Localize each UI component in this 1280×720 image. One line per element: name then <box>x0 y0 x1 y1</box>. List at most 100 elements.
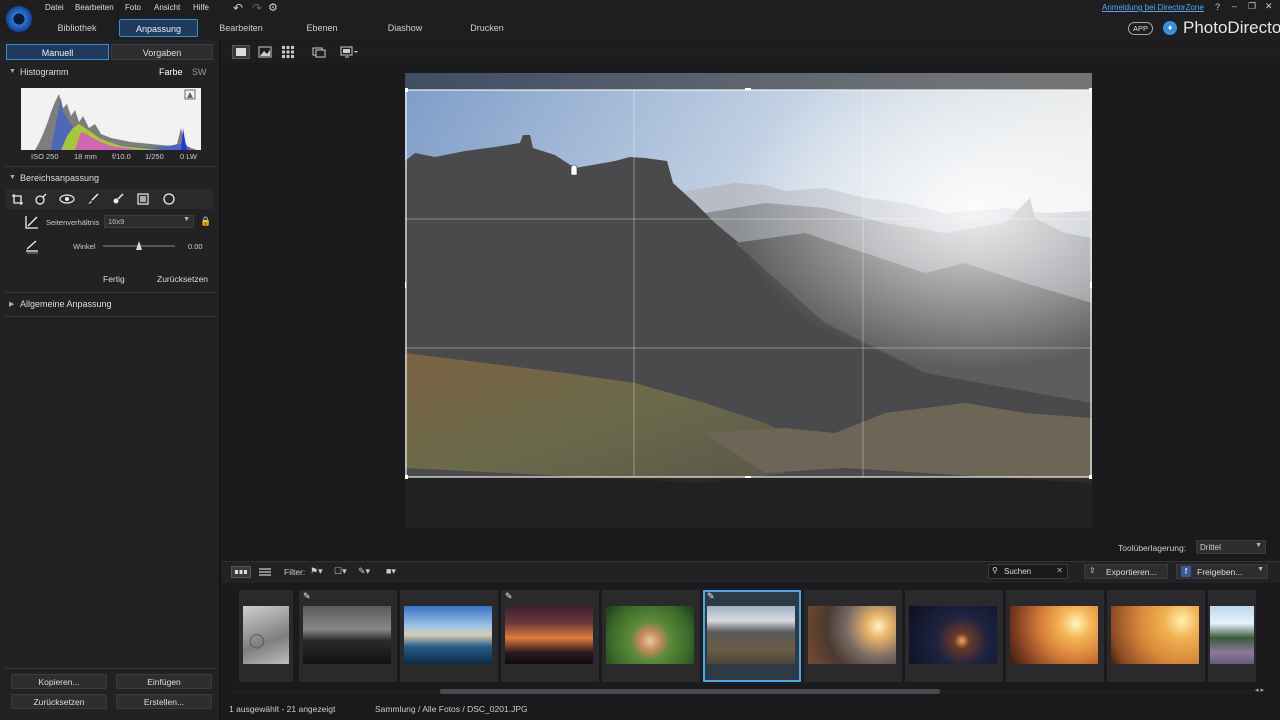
angle-value: 0.00 <box>188 242 203 251</box>
tab-drucken[interactable]: Drucken <box>454 19 520 37</box>
thumbnail[interactable] <box>602 590 700 682</box>
status-selection: 1 ausgewählt - 21 angezeigt <box>229 704 336 714</box>
aspect-icon <box>24 214 40 230</box>
exif-focal: 18 mm <box>74 152 97 161</box>
histogram-bw-toggle[interactable]: SW <box>192 67 207 77</box>
adjust-brush-icon[interactable] <box>107 190 129 208</box>
directorzone-login-link[interactable]: Anmeldung bei DirectorZone <box>1102 3 1204 12</box>
menu-datei[interactable]: Datei <box>45 3 64 12</box>
thumbnail[interactable]: ✎ <box>299 590 397 682</box>
list-view-icon[interactable] <box>258 567 272 579</box>
overlay-dropdown[interactable]: Drittel ▼ <box>1196 540 1266 554</box>
scroll-arrows-icon[interactable]: ◂ ▸ <box>1255 686 1264 694</box>
scrollbar-thumb[interactable] <box>440 689 940 694</box>
redo-icon[interactable]: ↷ <box>252 1 262 15</box>
search-input[interactable]: Suchen <box>1004 567 1031 576</box>
copy-button[interactable]: Kopieren... <box>11 674 107 689</box>
regional-title: Bereichsanpassung <box>20 173 100 183</box>
export-button[interactable]: ⇪ Exportieren... <box>1084 564 1168 579</box>
red-eye-icon[interactable] <box>56 190 78 208</box>
tab-manuell[interactable]: Manuell <box>6 44 109 60</box>
menu-bearbeiten[interactable]: Bearbeiten <box>75 3 114 12</box>
thumbnail-image <box>808 606 896 664</box>
reset-crop-button[interactable]: Zurücksetzen <box>157 274 208 284</box>
clear-search-icon[interactable]: ✕ <box>1056 566 1063 575</box>
brush-icon[interactable] <box>82 190 104 208</box>
angle-icon <box>24 238 40 254</box>
crop-tool-icon[interactable] <box>7 190 29 208</box>
thumbnail[interactable] <box>1107 590 1205 682</box>
thumbnail[interactable] <box>400 590 498 682</box>
menu-foto[interactable]: Foto <box>125 3 141 12</box>
create-preset-button[interactable]: Erstellen... <box>116 694 212 709</box>
minimize-icon[interactable]: – <box>1232 1 1237 11</box>
single-view-icon[interactable] <box>232 45 250 59</box>
done-button[interactable]: Fertig <box>103 274 125 284</box>
thumbnail[interactable] <box>804 590 902 682</box>
tab-bearbeiten[interactable]: Bearbeiten <box>208 19 274 37</box>
edited-icon: ✎ <box>303 591 311 601</box>
facebook-icon: f <box>1181 566 1191 577</box>
app-badge[interactable]: APP <box>1128 22 1154 35</box>
thumbnail[interactable] <box>905 590 1003 682</box>
aspect-dropdown[interactable]: 16x9 ▼ <box>104 215 194 228</box>
undo-icon[interactable]: ↶ <box>233 1 243 15</box>
filmstrip-view-icon[interactable] <box>231 566 251 578</box>
histogram-title: Histogramm <box>20 67 69 77</box>
compare-view-icon[interactable] <box>258 46 272 60</box>
lock-icon[interactable]: 🔒 <box>200 216 211 227</box>
tab-vorgaben[interactable]: Vorgaben <box>111 44 213 60</box>
expand-histogram-icon[interactable]: ▼ <box>9 68 16 75</box>
view-toolbar <box>222 41 1280 63</box>
menu-ansicht[interactable]: Ansicht <box>154 3 180 12</box>
tab-anpassung[interactable]: Anpassung <box>119 19 198 37</box>
app-logo-icon <box>6 6 32 32</box>
expand-regional-icon[interactable]: ▼ <box>9 174 16 181</box>
tab-diashow[interactable]: Diashow <box>372 19 438 37</box>
histogram-chart <box>21 88 201 150</box>
chevron-down-icon: ▼ <box>1257 566 1264 573</box>
radial-filter-icon[interactable] <box>158 190 180 208</box>
thumbnail[interactable]: ✎ <box>501 590 599 682</box>
search-icon: ⚲ <box>992 566 998 575</box>
thumbnail[interactable] <box>1006 590 1104 682</box>
divider <box>4 292 216 293</box>
general-adjustment-title[interactable]: Allgemeine Anpassung <box>20 299 112 309</box>
settings-icon[interactable]: ⚙ <box>268 1 278 14</box>
thumbnail-selected[interactable]: ✎ <box>703 590 801 682</box>
filter-sort-icon[interactable]: ■▾ <box>386 566 396 577</box>
filter-color-icon[interactable]: ☐▾ <box>334 566 347 577</box>
thumbnail-image <box>707 606 795 664</box>
search-field[interactable]: ⚲ Suchen ✕ <box>988 564 1068 579</box>
filter-edit-icon[interactable]: ✎▾ <box>358 566 370 577</box>
bicycle-icon: ◯ <box>249 632 265 648</box>
thumbnail[interactable]: ◯ <box>239 590 293 682</box>
screen-mode-icon[interactable] <box>340 46 360 60</box>
help-icon[interactable]: ? <box>1215 2 1220 12</box>
spot-removal-icon[interactable] <box>30 190 52 208</box>
thumbnail-image <box>303 606 391 664</box>
paste-button[interactable]: Einfügen <box>116 674 212 689</box>
tab-bibliothek[interactable]: Bibliothek <box>44 19 110 37</box>
filmstrip-scrollbar[interactable] <box>230 689 1260 694</box>
tab-ebenen[interactable]: Ebenen <box>289 19 355 37</box>
reset-all-button[interactable]: Zurücksetzen <box>11 694 107 709</box>
grid-view-icon[interactable] <box>282 46 294 60</box>
exif-iso: ISO 250 <box>31 152 59 161</box>
menu-hilfe[interactable]: Hilfe <box>193 3 209 12</box>
divider <box>4 166 216 167</box>
share-button[interactable]: f Freigeben... ▼ <box>1176 564 1268 579</box>
aspect-value: 16x9 <box>108 217 125 226</box>
restore-icon[interactable]: ❐ <box>1248 1 1256 12</box>
second-display-icon[interactable] <box>312 46 326 60</box>
photo-canvas[interactable] <box>405 73 1092 528</box>
graduated-filter-icon[interactable] <box>132 190 154 208</box>
histogram-color-toggle[interactable]: Farbe <box>159 67 183 77</box>
export-icon: ⇪ <box>1089 566 1096 575</box>
divider <box>4 316 216 317</box>
thumbnail[interactable] <box>1208 590 1256 682</box>
close-icon[interactable]: ✕ <box>1265 1 1273 12</box>
notification-icon[interactable]: ♦ <box>1163 21 1177 35</box>
filter-flag-icon[interactable]: ⚑▾ <box>310 566 323 577</box>
expand-general-icon[interactable]: ▶ <box>9 300 14 308</box>
